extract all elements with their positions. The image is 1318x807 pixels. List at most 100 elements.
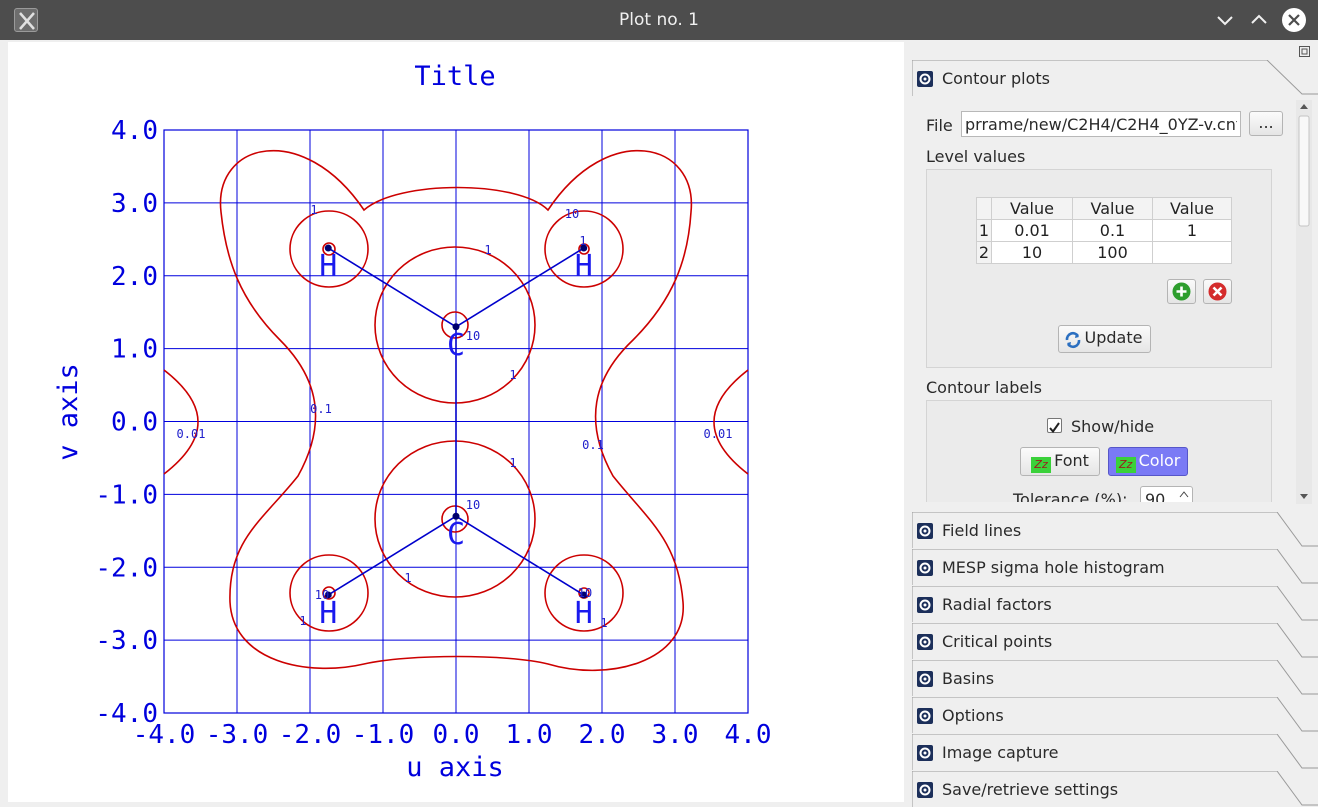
minimize-button[interactable] (1212, 7, 1238, 33)
gear-icon (917, 560, 933, 576)
contour-value-labels: 111011010.10.010.10.011101101 110 (177, 203, 733, 630)
atom-symbol: H (575, 596, 593, 631)
atom-symbol: H (575, 249, 593, 284)
bond-line (455, 247, 585, 328)
y-tick-label: -2.0 (95, 553, 158, 583)
spin-arrows-icon[interactable] (1177, 488, 1191, 502)
tab-label: Save/retrieve settings (942, 780, 1119, 799)
file-label: File (926, 116, 953, 135)
tab-field-lines[interactable]: Field lines (912, 512, 1318, 548)
table-cell[interactable]: 10 (991, 241, 1073, 264)
close-button[interactable] (1281, 7, 1307, 33)
showhide-checkbox[interactable] (1047, 418, 1062, 434)
y-tick-label: 4.0 (111, 116, 158, 146)
x-tick-label: 3.0 (652, 720, 699, 750)
row-index: 1 (976, 219, 992, 242)
control-panel: Contour plots File ... Level values Valu… (906, 42, 1318, 807)
x-axis-label: u axis (406, 752, 504, 783)
column-header: Value (1152, 197, 1232, 220)
remove-icon (1208, 282, 1227, 301)
color-sample-icon: Zz (1115, 457, 1136, 473)
remove-level-button[interactable] (1203, 279, 1232, 304)
color-button-label: Color (1138, 451, 1181, 470)
column-header: Value (1072, 197, 1153, 220)
y-tick-label: 2.0 (111, 262, 158, 292)
contour-label: 1 (484, 243, 491, 257)
contour-label: 1 (310, 203, 317, 217)
contour-label: 10 (315, 588, 329, 602)
level-values-label: Level values (926, 147, 1026, 166)
gear-icon (917, 597, 933, 613)
add-level-button[interactable] (1167, 279, 1196, 304)
x-tick-label: -1.0 (352, 720, 415, 750)
y-tick-label: 1.0 (111, 335, 158, 365)
color-button[interactable]: Zz Color (1108, 447, 1188, 476)
y-tick-label: -1.0 (95, 480, 158, 510)
bond-line (327, 247, 457, 328)
font-button-label: Font (1054, 451, 1089, 470)
x-tick-label: 4.0 (725, 720, 772, 750)
tolerance-spinbox[interactable]: 90 (1140, 486, 1193, 502)
x-tick-label: -2.0 (279, 720, 342, 750)
tab-basins[interactable]: Basins (912, 660, 1318, 696)
contour-label: 1 (600, 616, 607, 630)
contour-label: 10 (578, 586, 592, 600)
contour-label: 10 (466, 329, 480, 343)
contour-label: 1 (509, 456, 516, 470)
contour-plots-content: File ... Level values Value Value Value … (912, 100, 1304, 502)
level-values-table[interactable]: Value Value Value 1 0.01 0.1 1 2 10 100 (976, 197, 1232, 264)
column-header: Value (991, 197, 1073, 220)
browse-button[interactable]: ... (1249, 111, 1283, 136)
x-tick-label: 2.0 (579, 720, 626, 750)
table-row: 2 10 100 (976, 241, 1232, 264)
tolerance-value: 90 (1145, 490, 1166, 502)
gear-icon (917, 745, 933, 761)
tab-label: Options (942, 706, 1004, 725)
x-tick-label: 1.0 (506, 720, 553, 750)
file-path-input[interactable] (961, 111, 1241, 137)
tab-save-retrieve-settings[interactable]: Save/retrieve settings (912, 771, 1318, 807)
y-axis-label: v axis (53, 363, 84, 461)
x-tick-label: 0.0 (433, 720, 480, 750)
table-cell[interactable]: 0.1 (1072, 219, 1153, 242)
table-cell[interactable]: 1 (1152, 219, 1232, 242)
update-label: Update (1084, 328, 1143, 347)
update-button[interactable]: Update (1058, 325, 1151, 353)
window-titlebar: Plot no. 1 (0, 0, 1318, 40)
gear-icon (917, 71, 933, 87)
tab-contour-plots[interactable]: Contour plots (912, 60, 1318, 96)
refresh-icon (1065, 331, 1081, 349)
content-scrollbar[interactable] (1296, 100, 1312, 504)
tab-radial-factors[interactable]: Radial factors (912, 586, 1318, 622)
table-cell[interactable] (1152, 241, 1232, 264)
gear-icon (917, 523, 933, 539)
tab-label: Field lines (942, 521, 1022, 540)
table-cell[interactable]: 0.01 (991, 219, 1073, 242)
contour-label: 0.01 (177, 427, 206, 441)
tolerance-label: Tolerance (%): (1013, 490, 1128, 502)
tab-label: Critical points (942, 632, 1053, 651)
y-tick-label: 3.0 (111, 189, 158, 219)
font-button[interactable]: Zz Font (1020, 447, 1100, 476)
tab-options[interactable]: Options (912, 697, 1318, 733)
maximize-button[interactable] (1246, 7, 1272, 33)
contour-label: 1 (579, 234, 586, 248)
table-corner (976, 197, 992, 220)
tab-image-capture[interactable]: Image capture (912, 734, 1318, 770)
contour-label: 0.1 (582, 438, 604, 452)
gear-icon (917, 782, 933, 798)
float-panel-icon[interactable] (1299, 46, 1310, 57)
contour-label: 1 (299, 614, 306, 628)
atom-symbol: H (319, 249, 337, 284)
tab-mesp-sigma-hole-histogram[interactable]: MESP sigma hole histogram (912, 549, 1318, 585)
y-tick-label: -3.0 (95, 626, 158, 656)
x-tick-label: -3.0 (206, 720, 269, 750)
bond-line (455, 515, 585, 596)
contour-label: 0.1 (310, 402, 332, 416)
gear-icon (917, 634, 933, 650)
showhide-label: Show/hide (1071, 417, 1155, 436)
contour-labels-label: Contour labels (926, 378, 1042, 397)
table-cell[interactable]: 100 (1072, 241, 1153, 264)
plot-canvas[interactable]: CCHHHH 1 1 10 1 10 1 0.1 0.01 0.1 0.01 1 10 1 10 1 1 10 … (8, 42, 904, 802)
tab-critical-points[interactable]: Critical points (912, 623, 1318, 659)
